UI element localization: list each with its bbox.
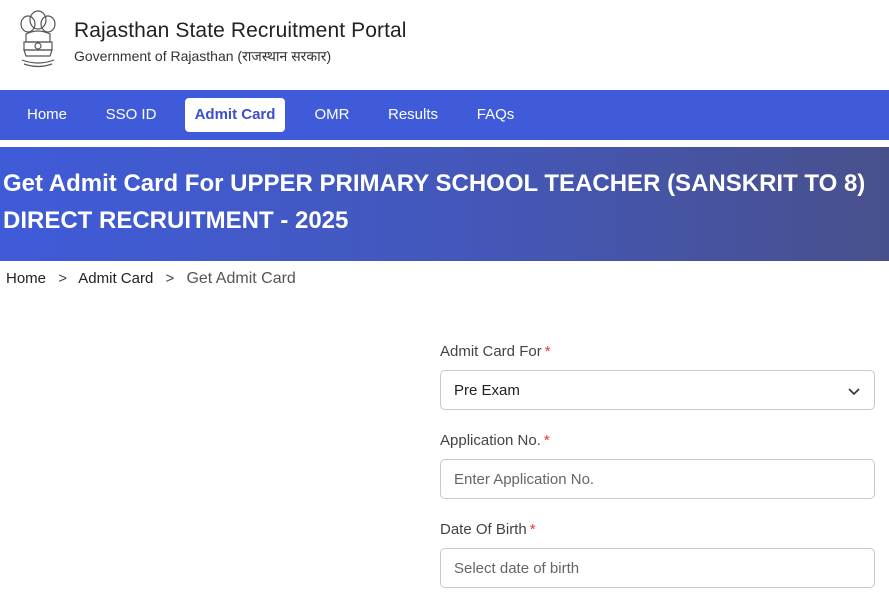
application-no-placeholder: Enter Application No. [454,471,595,488]
application-no-label-text: Application No. [440,432,541,449]
divider [0,140,889,147]
site-header: Rajasthan State Recruitment Portal Gover… [0,0,889,90]
breadcrumb-current: Get Admit Card [186,270,296,287]
application-no-input[interactable]: Enter Application No. [440,459,875,499]
nav-faqs[interactable]: FAQs [468,98,523,132]
breadcrumb-admit-card[interactable]: Admit Card [78,270,153,287]
nav-sso-id[interactable]: SSO ID [96,98,166,132]
dob-label-text: Date Of Birth [440,521,527,538]
portal-title: Rajasthan State Recruitment Portal [74,19,407,42]
breadcrumb-home[interactable]: Home [6,270,46,287]
required-mark: * [529,521,536,538]
admit-card-for-label-text: Admit Card For [440,343,542,360]
main-nav: Home SSO ID Admit Card OMR Results FAQs [0,90,889,140]
chevron-down-icon [848,388,860,396]
breadcrumb: Home > Admit Card > Get Admit Card [6,270,296,292]
nav-admit-card[interactable]: Admit Card [185,98,285,132]
dob-input[interactable]: Select date of birth [440,548,875,588]
required-mark: * [543,432,550,449]
breadcrumb-separator: > [58,270,67,287]
dob-placeholder: Select date of birth [454,560,580,577]
nav-home[interactable]: Home [14,98,80,132]
nav-omr[interactable]: OMR [304,98,360,132]
page-banner: Get Admit Card For UPPER PRIMARY SCHOOL … [0,147,889,261]
page-title: Get Admit Card For UPPER PRIMARY SCHOOL … [3,170,866,234]
nav-results[interactable]: Results [378,98,448,132]
admit-card-for-label: Admit Card For * [440,343,551,360]
application-no-label: Application No. * [440,432,550,449]
admit-card-for-value: Pre Exam [454,382,520,399]
portal-subtitle: Government of Rajasthan (राजस्थान सरकार) [74,48,332,64]
dob-label: Date Of Birth * [440,521,536,538]
state-emblem-icon [20,10,56,68]
breadcrumb-separator: > [165,270,175,287]
admit-card-for-select[interactable]: Pre Exam [440,370,875,410]
required-mark: * [544,343,551,360]
